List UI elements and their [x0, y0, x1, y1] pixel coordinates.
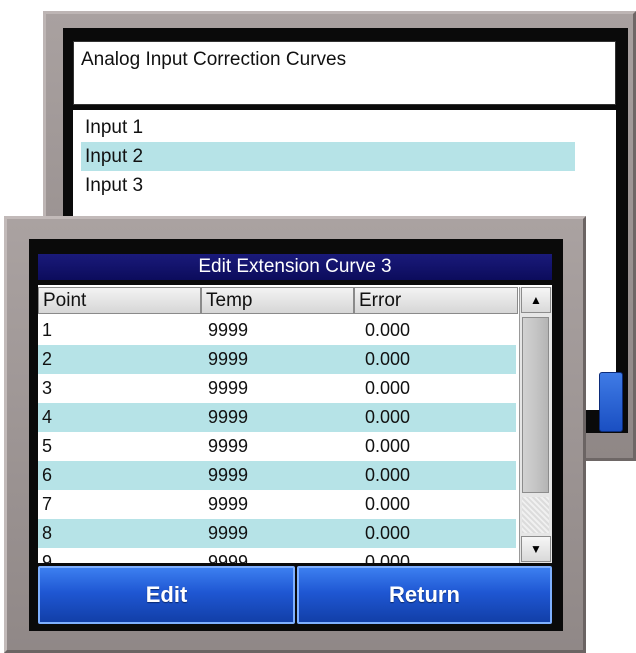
table-row[interactable]: 3 9999 0.000: [38, 374, 516, 403]
scroll-down-button[interactable]: ▼: [521, 536, 551, 562]
table-row[interactable]: 5 9999 0.000: [38, 432, 516, 461]
cell-temp: 9999: [208, 552, 249, 563]
cell-point: 2: [42, 349, 53, 369]
cell-error: 0.000: [365, 436, 411, 456]
cell-error: 0.000: [365, 552, 411, 563]
cell-temp: 9999: [208, 523, 249, 543]
cell-point: 9: [42, 552, 53, 563]
cell-temp: 9999: [208, 436, 249, 456]
cell-temp: 9999: [208, 494, 249, 514]
cell-error: 0.000: [365, 320, 411, 340]
edit-button[interactable]: Edit: [38, 566, 295, 624]
cell-point: 8: [42, 523, 53, 543]
column-header-error: Error: [354, 287, 518, 314]
cell-point: 6: [42, 465, 53, 485]
column-header-point: Point: [38, 287, 201, 314]
triangle-up-icon: ▲: [530, 293, 542, 307]
back-panel-button[interactable]: [599, 372, 623, 432]
table-row[interactable]: 7 9999 0.000: [38, 490, 516, 519]
cell-point: 1: [42, 320, 53, 340]
cell-point: 3: [42, 378, 53, 398]
cell-point: 5: [42, 436, 53, 456]
cell-error: 0.000: [365, 494, 411, 514]
scroll-track[interactable]: [522, 497, 549, 533]
cell-point: 4: [42, 407, 53, 427]
cell-point: 7: [42, 494, 53, 514]
table-row[interactable]: 1 9999 0.000: [38, 316, 516, 345]
back-panel-title: Analog Input Correction Curves: [81, 49, 347, 70]
curve-table: Point Temp Error 1 9999 0.000 2 9999 0.0…: [38, 285, 552, 563]
list-item-input-1[interactable]: Input 1: [81, 113, 575, 142]
cell-temp: 9999: [208, 320, 249, 340]
table-row[interactable]: 8 9999 0.000: [38, 519, 516, 548]
table-row[interactable]: 6 9999 0.000: [38, 461, 516, 490]
cell-error: 0.000: [365, 378, 411, 398]
scroll-thumb[interactable]: [522, 317, 549, 493]
scroll-up-button[interactable]: ▲: [521, 287, 551, 313]
cell-error: 0.000: [365, 349, 411, 369]
back-title-box: Analog Input Correction Curves: [73, 41, 616, 105]
cell-temp: 9999: [208, 349, 249, 369]
column-header-temp: Temp: [201, 287, 354, 314]
cell-error: 0.000: [365, 523, 411, 543]
cell-temp: 9999: [208, 378, 249, 398]
cell-error: 0.000: [365, 465, 411, 485]
list-item-input-3[interactable]: Input 3: [81, 171, 575, 200]
cell-temp: 9999: [208, 407, 249, 427]
cell-temp: 9999: [208, 465, 249, 485]
list-item-input-2[interactable]: Input 2: [81, 142, 575, 171]
table-row[interactable]: 4 9999 0.000: [38, 403, 516, 432]
table-row[interactable]: 2 9999 0.000: [38, 345, 516, 374]
edit-curve-title: Edit Extension Curve 3: [38, 254, 552, 280]
return-button[interactable]: Return: [297, 566, 552, 624]
triangle-down-icon: ▼: [530, 542, 542, 556]
cell-error: 0.000: [365, 407, 411, 427]
table-row[interactable]: 9 9999 0.000: [38, 548, 516, 563]
table-scrollbar[interactable]: ▲ ▼: [519, 287, 552, 563]
